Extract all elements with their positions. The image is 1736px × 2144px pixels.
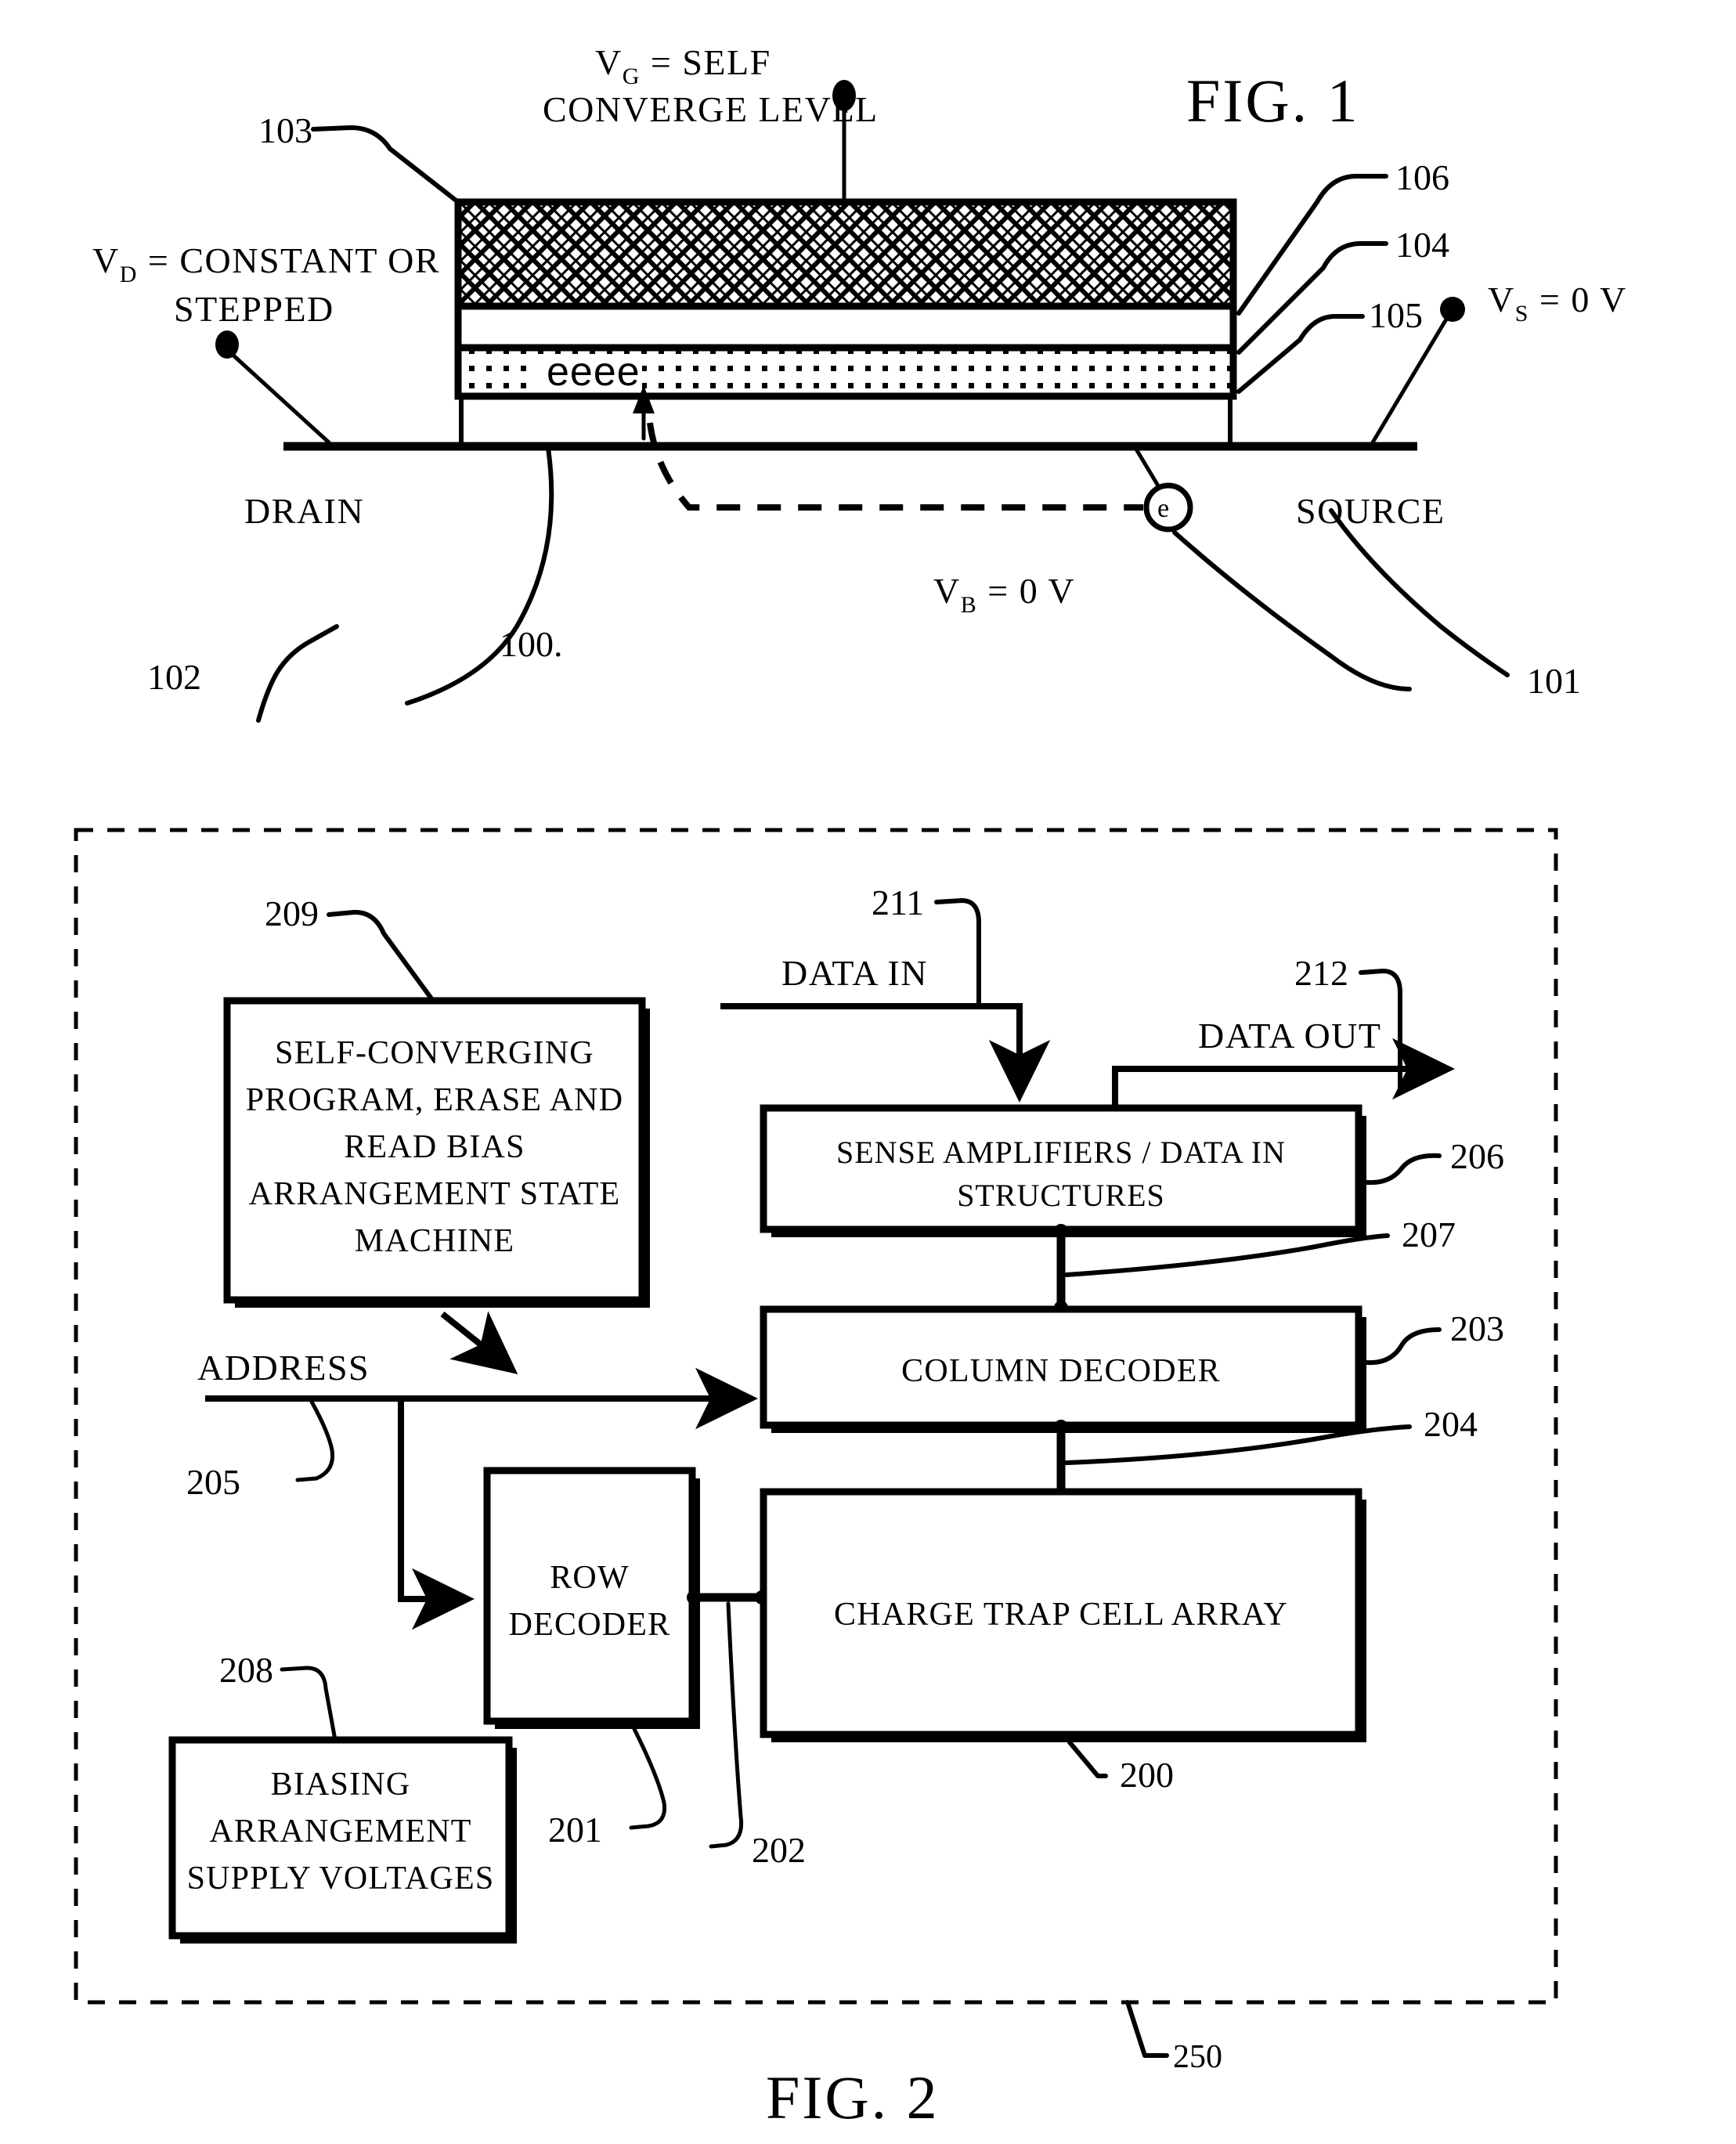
- trapped-charge-label: eeee: [547, 349, 641, 395]
- source-voltage-text: VS = 0 V: [1488, 280, 1627, 327]
- drain-voltage-label: VD = CONSTANT OR STEPPED: [92, 240, 440, 329]
- leader-102: [256, 624, 339, 723]
- row-decoder-line-1: DECODER: [509, 1607, 671, 1643]
- ref-209: 209: [265, 893, 319, 933]
- wordline-node-left: [687, 1590, 701, 1604]
- block-column-decoder[interactable]: COLUMN DECODER: [760, 1305, 1366, 1433]
- biasing-line-0: BIASING: [271, 1767, 411, 1803]
- gate-layer-106: [454, 198, 1237, 310]
- ref-202: 202: [752, 1830, 806, 1870]
- drain-terminal-label: DRAIN: [244, 491, 364, 531]
- ref-101: 101: [1527, 661, 1581, 701]
- drain-probe-lead: [229, 352, 331, 445]
- block-sense-amplifiers[interactable]: SENSE AMPLIFIERS / DATA IN STRUCTURES: [760, 1104, 1366, 1237]
- data-out-label: DATA OUT: [1198, 1016, 1381, 1056]
- leader-101-b: [1329, 508, 1510, 677]
- figure-1-title: FIG. 1: [1186, 67, 1360, 135]
- leader-208: [280, 1666, 337, 1742]
- ref-204: 204: [1424, 1404, 1478, 1444]
- block-biasing[interactable]: BIASING ARRANGEMENT SUPPLY VOLTAGES: [168, 1736, 517, 1944]
- electron-lead-up: [1133, 446, 1161, 489]
- ref-212: 212: [1294, 953, 1348, 993]
- leader-206: [1364, 1153, 1442, 1186]
- address-line-to-row-decoder: [398, 1399, 475, 1630]
- column-bus-node-top: [1054, 1420, 1068, 1434]
- state-machine-line-0: SELF-CONVERGING: [275, 1035, 594, 1071]
- drain-voltage-line2: STEPPED: [174, 289, 334, 329]
- ref-206: 206: [1450, 1136, 1504, 1176]
- leader-203: [1364, 1327, 1442, 1366]
- data-in-label: DATA IN: [781, 953, 928, 993]
- leader-207: [1064, 1233, 1390, 1277]
- gate-voltage-line2: CONVERGE LEVEL: [543, 89, 879, 129]
- leader-201: [629, 1727, 667, 1830]
- biasing-line-1: ARRANGEMENT: [209, 1814, 471, 1850]
- source-probe-dot: [1440, 297, 1465, 322]
- leader-104: [1236, 241, 1388, 355]
- ref-205: 205: [186, 1462, 240, 1502]
- ref-200: 200: [1120, 1755, 1174, 1795]
- ref-106: 106: [1395, 157, 1449, 197]
- sense-amp-line-1: STRUCTURES: [957, 1178, 1165, 1213]
- drain-probe-dot: [215, 330, 239, 359]
- body-voltage-label: VB = 0 V: [933, 571, 1075, 618]
- row-decoder-line-0: ROW: [550, 1560, 630, 1596]
- bitline-node-top: [1054, 1224, 1068, 1238]
- ref-211: 211: [872, 883, 924, 922]
- drawing-canvas: FIG. 1 VG = SELF CONVERGE LEVEL 103 VD =…: [74, 42, 1627, 2131]
- address-label: ADDRESS: [197, 1348, 370, 1388]
- source-voltage-label: VS = 0 V: [1488, 280, 1627, 327]
- state-machine-output-arrow: [440, 1311, 518, 1374]
- electron-path-dashed: [647, 422, 1143, 511]
- leader-250: [1125, 2000, 1169, 2058]
- state-machine-line-3: ARRANGEMENT STATE: [249, 1176, 621, 1212]
- leader-209: [327, 909, 435, 1003]
- ref-102: 102: [147, 657, 201, 697]
- patent-drawing-sheet: FIG. 1 VG = SELF CONVERGE LEVEL 103 VD =…: [0, 0, 1736, 2144]
- leader-211: [934, 898, 981, 1009]
- leader-103: [311, 125, 460, 204]
- sense-amp-line-0: SENSE AMPLIFIERS / DATA IN: [836, 1135, 1286, 1170]
- ref-203: 203: [1450, 1308, 1504, 1348]
- leader-101-a: [1172, 530, 1412, 691]
- state-machine-line-2: READ BIAS: [344, 1129, 525, 1165]
- block-row-decoder[interactable]: ROW DECODER: [483, 1467, 700, 1729]
- ref-104: 104: [1395, 225, 1449, 265]
- dielectric-layer-104: [454, 302, 1237, 352]
- ref-208: 208: [219, 1650, 273, 1690]
- leader-100: [405, 446, 554, 706]
- state-machine-line-4: MACHINE: [355, 1223, 514, 1259]
- ref-201: 201: [548, 1810, 602, 1850]
- drain-voltage-line1: VD = CONSTANT OR: [92, 240, 440, 287]
- gate-voltage-label: VG = SELF CONVERGE LEVEL: [543, 42, 879, 129]
- leader-202: [709, 1601, 744, 1849]
- figure-2-group: 250 FIG. 2 SELF-CONVERGING PROGRAM, ERAS…: [74, 828, 1558, 2131]
- ref-103: 103: [258, 110, 312, 150]
- gate-probe-dot: [832, 80, 856, 111]
- ref-105: 105: [1369, 295, 1423, 335]
- figure-1-group: FIG. 1 VG = SELF CONVERGE LEVEL 103 VD =…: [92, 42, 1627, 723]
- leader-200: [1067, 1740, 1108, 1778]
- ref-207: 207: [1402, 1215, 1456, 1254]
- gate-voltage-line1: VG = SELF: [595, 42, 771, 89]
- data-in-line: [720, 1003, 1051, 1103]
- column-decoder-line-0: COLUMN DECODER: [901, 1353, 1221, 1389]
- row-decoder-box[interactable]: [483, 1467, 696, 1725]
- leader-205: [295, 1399, 335, 1482]
- state-machine-line-1: PROGRAM, ERASE AND: [246, 1082, 624, 1118]
- ref-100: 100.: [500, 624, 563, 664]
- figure-2-title: FIG. 2: [766, 2063, 940, 2131]
- source-terminal-label: SOURCE: [1296, 491, 1445, 531]
- source-probe-lead: [1370, 316, 1449, 445]
- biasing-line-2: SUPPLY VOLTAGES: [187, 1861, 495, 1897]
- leader-105: [1236, 314, 1365, 394]
- ref-250: 250: [1173, 2039, 1222, 2075]
- block-cell-array[interactable]: CHARGE TRAP CELL ARRAY: [760, 1488, 1366, 1742]
- device-stack: eeee: [454, 198, 1237, 449]
- electron-label: e: [1157, 494, 1169, 523]
- block-state-machine[interactable]: SELF-CONVERGING PROGRAM, ERASE AND READ …: [223, 997, 650, 1308]
- cell-array-line-0: CHARGE TRAP CELL ARRAY: [834, 1597, 1288, 1633]
